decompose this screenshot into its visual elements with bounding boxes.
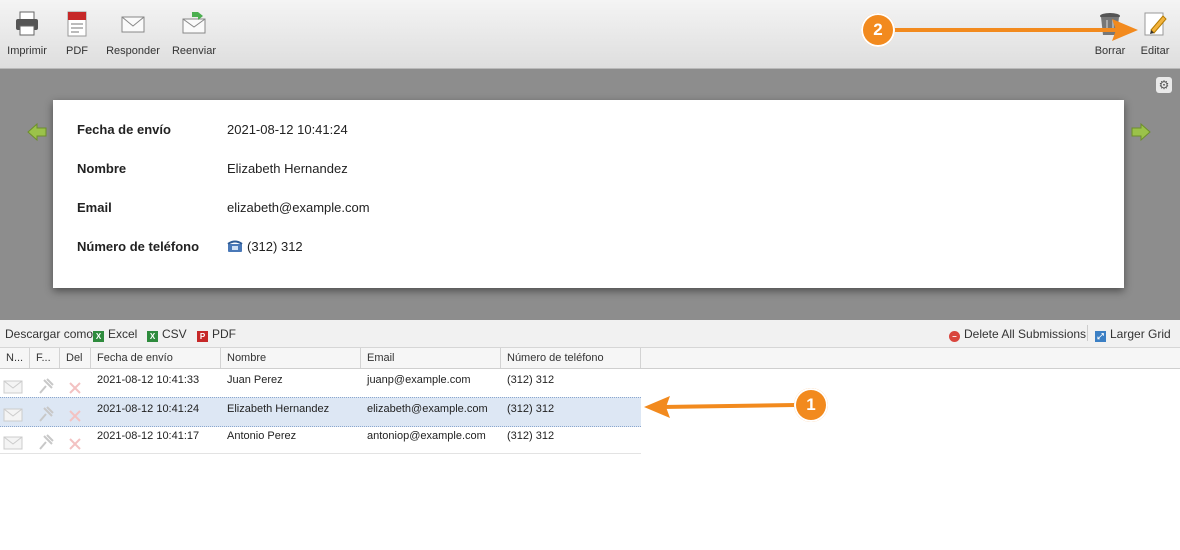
callout-badge-1: 1 [794, 388, 828, 422]
callout-arrow-1 [661, 403, 796, 409]
callout-arrows [644, 19, 1138, 418]
callout-badge-2: 2 [861, 13, 895, 47]
